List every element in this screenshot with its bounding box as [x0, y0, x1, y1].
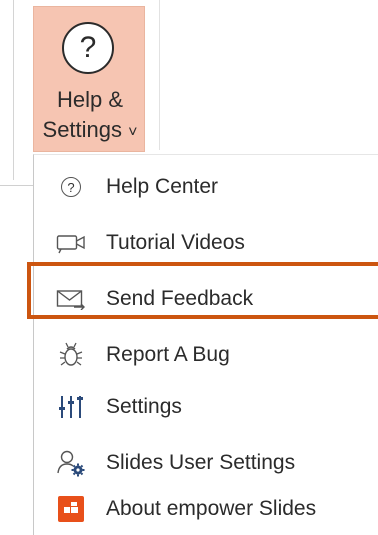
help-settings-label: Help & Settings ˅ [34, 85, 146, 148]
menu-item-label: Tutorial Videos [106, 231, 245, 254]
highlight-frame [27, 262, 378, 319]
menu-item-label: About empower Slides [106, 497, 317, 520]
video-camera-icon [56, 228, 86, 258]
question-mark-icon: ? [62, 22, 114, 74]
menu-item-help-center[interactable]: ? Help Center [34, 165, 378, 209]
menu-item-report-bug[interactable]: Report A Bug [34, 333, 378, 377]
help-label-line1: Help & [56, 87, 124, 112]
help-label-line2: Settings ˅ [42, 117, 138, 142]
menu-item-slides-user-settings[interactable]: Slides User Settings [34, 441, 378, 485]
menu-item-label: Settings [106, 395, 182, 418]
ribbon-divider [13, 0, 14, 180]
menu-item-about[interactable]: About empower Slides [34, 487, 378, 531]
user-gear-icon [56, 448, 86, 478]
question-circle-icon: ? [56, 172, 86, 202]
help-settings-button[interactable]: ? Help & Settings ˅ [33, 6, 145, 152]
bug-icon [56, 340, 86, 370]
empower-logo-icon [56, 494, 86, 524]
chevron-down-icon: ˅ [128, 124, 138, 141]
menu-item-tutorial-videos[interactable]: Tutorial Videos [34, 221, 378, 265]
sliders-icon [56, 392, 86, 422]
menu-item-label: Help Center [106, 175, 219, 198]
help-settings-menu: ? Help Center Tutorial Videos Send Feedb… [33, 154, 378, 535]
menu-item-settings[interactable]: Settings [34, 385, 378, 429]
menu-item-label: Report A Bug [106, 343, 230, 366]
ribbon-divider [159, 0, 160, 150]
menu-item-label: Slides User Settings [106, 451, 296, 474]
